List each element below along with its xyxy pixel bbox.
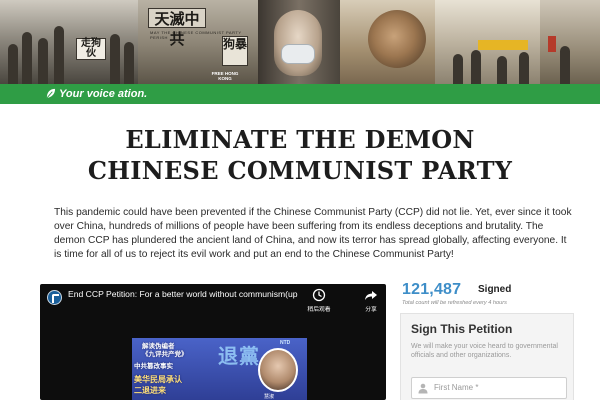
crowd-figure (38, 38, 48, 84)
masked-woman-portrait (274, 10, 322, 76)
crowd-figure (560, 46, 570, 84)
video-title[interactable]: End CCP Petition: For a better world wit… (68, 289, 298, 300)
crowd-figure (54, 26, 64, 84)
anchor-name: 慧淑 (264, 394, 275, 400)
sign-petition-card: Sign This Petition We will make your voi… (400, 313, 574, 400)
signature-count: 121,487 (402, 281, 462, 298)
face-mask (281, 44, 315, 64)
thumbnail-caption: 中共篡改事实 (134, 362, 173, 370)
watch-later-label: 稍后观看 (307, 307, 331, 313)
crowd-figure (497, 56, 507, 84)
crowd-figure (471, 50, 481, 84)
watch-later-button[interactable]: 稍后观看 (302, 288, 336, 313)
video-thumbnail[interactable]: 解读伪编者 《九评共产党》 中共篡改事实 美华民局承认 二退进来 退黨 NTD … (132, 338, 307, 400)
crowd-figure (519, 52, 529, 84)
crowd-figure (22, 32, 32, 84)
protest-sign: 狗暴 (222, 36, 248, 66)
crowd-figure (8, 44, 18, 84)
video-player[interactable]: End CCP Petition: For a better world wit… (40, 284, 386, 400)
share-icon (365, 291, 377, 300)
user-icon (418, 383, 428, 394)
protest-banner-sign: 天滅中共 (148, 8, 206, 48)
sign-petition-subtitle: We will make your voice heard to governm… (411, 343, 558, 359)
channel-logo[interactable] (47, 290, 62, 305)
thumbnail-caption: 二退进来 (134, 386, 166, 395)
petition-description: This pandemic could have been prevented … (54, 207, 572, 260)
ntd-watermark: NTD (280, 340, 291, 346)
red-flag (548, 36, 556, 52)
protest-sign: 走狗 伙 (76, 38, 106, 60)
sign-petition-title: Sign This Petition (411, 322, 513, 336)
free-hong-kong-caption: FREE HONG KONG (211, 71, 239, 81)
signed-label: Signed (478, 284, 512, 295)
leaf-icon (46, 88, 56, 99)
first-name-placeholder: First Name * (434, 383, 479, 392)
page-title-line-1: ELIMINATE THE DEMON (125, 125, 475, 154)
page-title-line-2: CHINESE COMMUNIST PARTY (87, 156, 513, 185)
thumbnail-caption: 《九评共产党》 (142, 350, 188, 358)
refresh-note: Total count will be refreshed every 4 ho… (402, 300, 507, 306)
clock-icon (312, 288, 326, 302)
thumbnail-headline: 退黨 (218, 346, 260, 368)
first-name-input[interactable]: First Name * (411, 377, 567, 399)
news-anchor-portrait (258, 348, 298, 392)
page-title: ELIMINATE THE DEMON CHINESE COMMUNIST PA… (50, 124, 550, 186)
banner-photo-protest (0, 0, 138, 84)
crowd-figure (453, 54, 463, 84)
tagline-text: Your voice ation. (59, 88, 148, 100)
yellow-banner (478, 40, 528, 50)
crowd-figure (110, 34, 120, 84)
thumbnail-caption: 美华民局承认 (134, 375, 182, 384)
petri-dish-image (368, 10, 426, 68)
header-banner: 走狗 伙 天滅中共 May the Chinese Communist Part… (0, 0, 600, 84)
crowd-figure (124, 42, 134, 84)
share-label: 分享 (365, 307, 377, 313)
share-button[interactable]: 分享 (354, 288, 386, 313)
